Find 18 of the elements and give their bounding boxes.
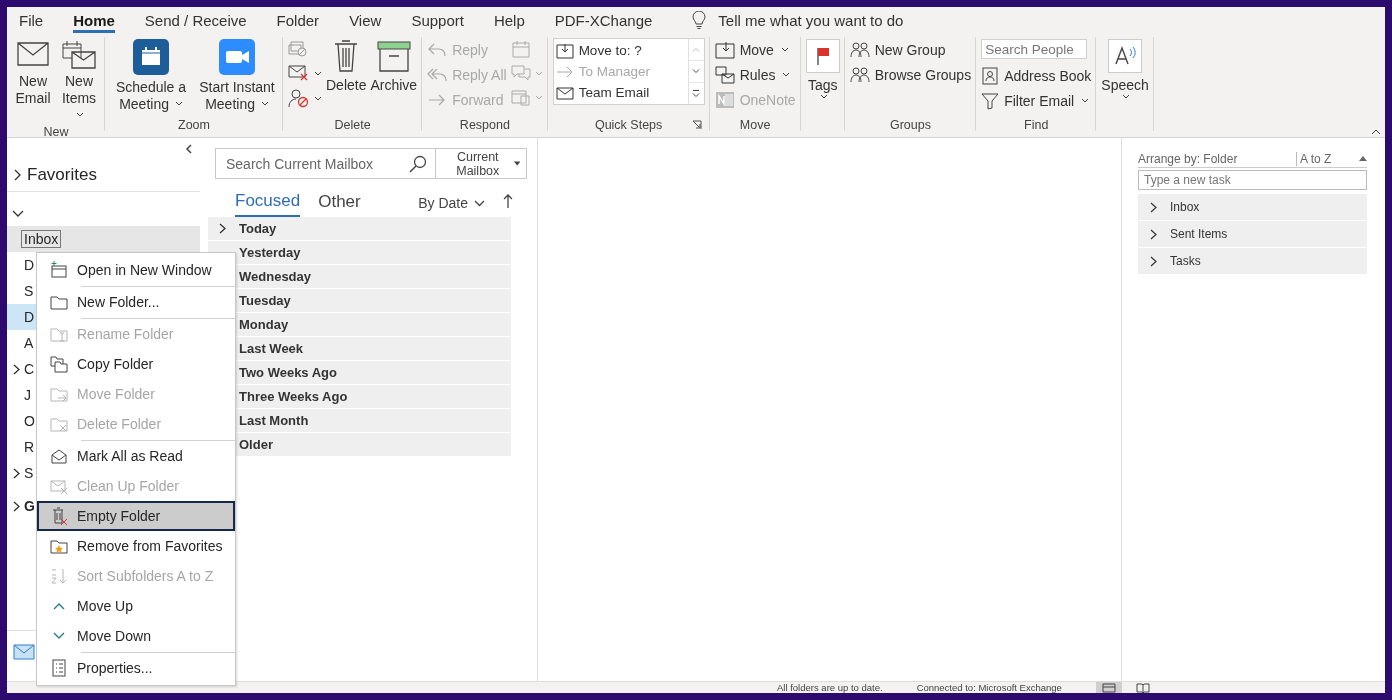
task-group-name: Sent Items [1170, 227, 1228, 241]
folder-name: G [24, 498, 35, 514]
group-label: Move [738, 117, 772, 134]
folder-name: C [24, 361, 35, 377]
folder-name: S [24, 465, 34, 481]
group-label: Delete [333, 117, 372, 134]
status-text: All folders are up to date. [777, 682, 883, 693]
group-label: New [42, 124, 70, 140]
group-label: Groups [888, 117, 932, 134]
task-group-name: Inbox [1170, 200, 1200, 214]
task-group-name: Tasks [1170, 254, 1201, 268]
group-label: Respond [458, 117, 511, 134]
group-label: Quick Steps [594, 117, 663, 134]
group-label: Zoom [177, 117, 211, 134]
group-label: Find [1023, 117, 1050, 134]
folder-name: D [24, 309, 35, 325]
folder-name: Inbox [22, 231, 61, 247]
status-text: Connected to: Microsoft Exchange [916, 682, 1062, 693]
